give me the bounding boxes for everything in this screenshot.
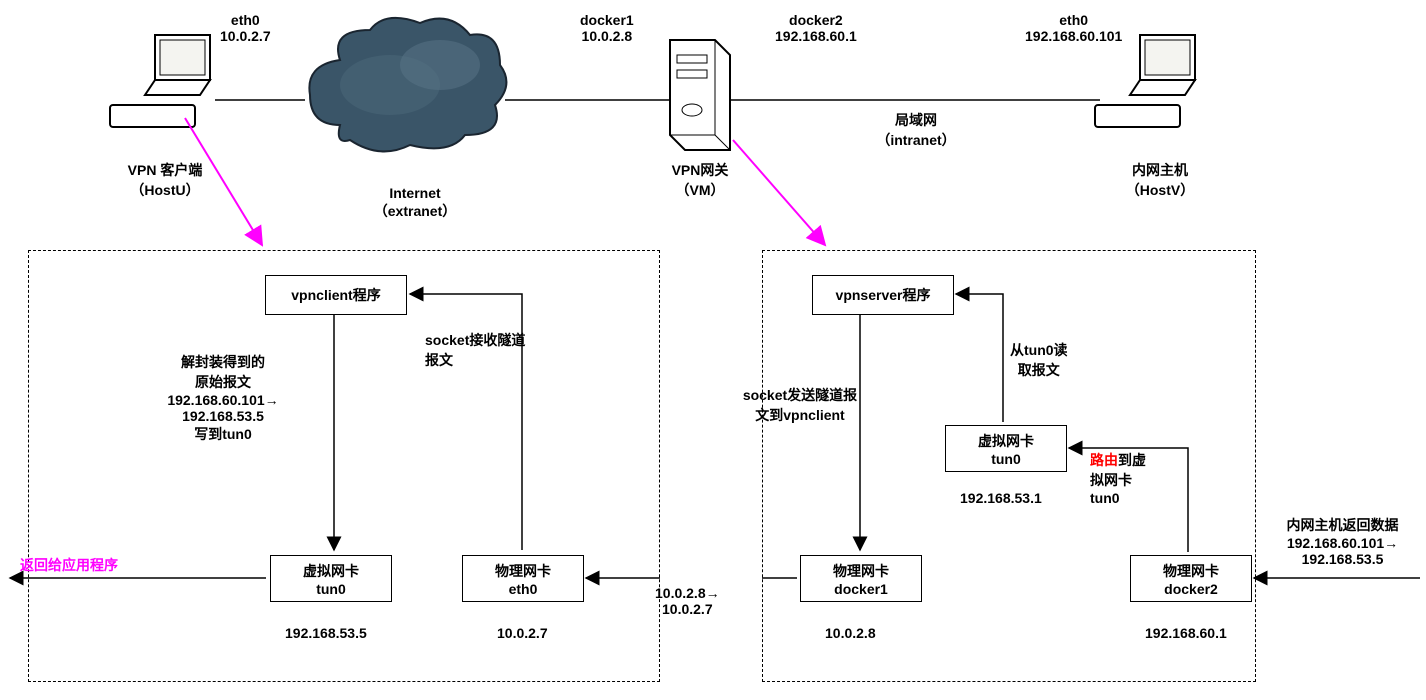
right-vnic-ip: 192.168.53.1 — [960, 490, 1042, 506]
incoming-text: 内网主机返回数据192.168.60.101→192.168.53.5 — [1265, 515, 1420, 567]
right-p1-ip: 10.0.2.8 — [825, 625, 876, 641]
route-text: 路由到虚拟网卡tun0 — [1090, 450, 1190, 506]
right-arrows — [0, 0, 1426, 700]
right-p2-ip: 192.168.60.1 — [1145, 625, 1227, 641]
read-tun: 从tun0读取报文 — [1010, 340, 1068, 380]
sock-send: socket发送隧道报文到vpnclient — [735, 385, 865, 425]
